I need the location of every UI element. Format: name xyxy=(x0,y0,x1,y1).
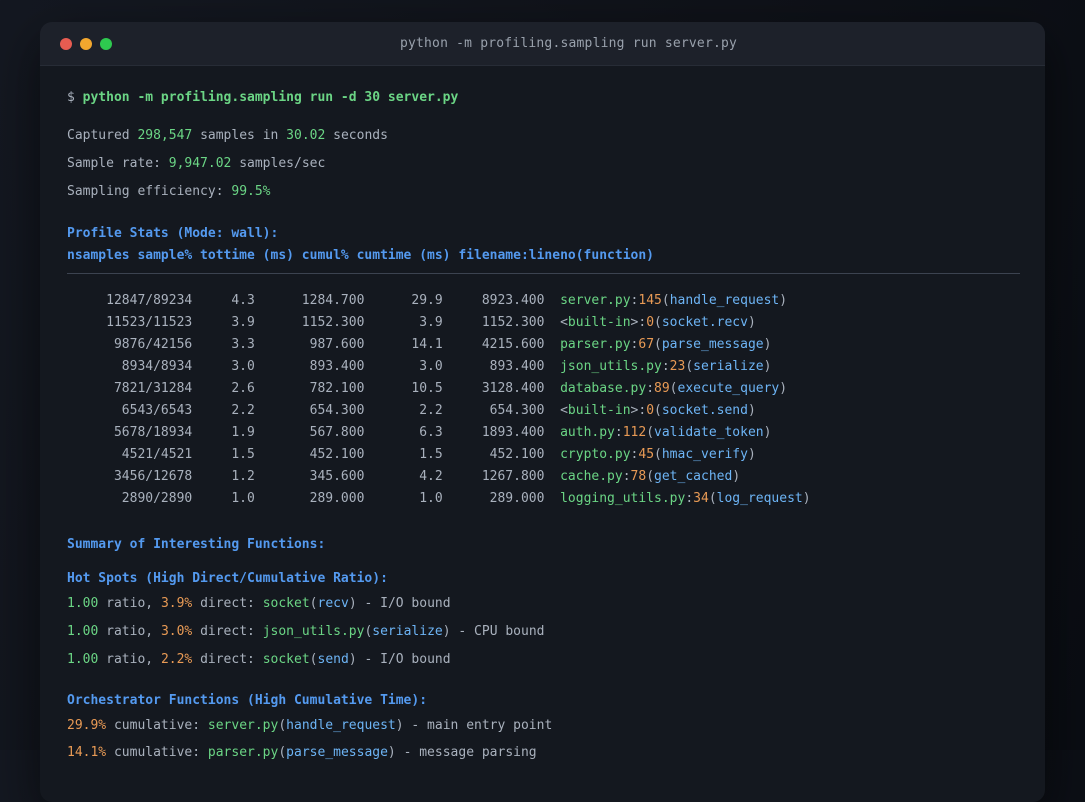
orchestrator-item: 14.1% cumulative: parser.py(parse_messag… xyxy=(67,745,537,760)
table-row: 8934/8934 3.0 893.400 3.0 893.400 json_u… xyxy=(67,359,772,374)
hot-spot-item: 1.00 ratio, 3.0% direct: json_utils.py(s… xyxy=(67,624,545,639)
profile-columns-header: nsamples sample% tottime (ms) cumul% cum… xyxy=(67,248,654,263)
title-bar: python -m profiling.sampling run server.… xyxy=(40,22,1045,66)
table-row: 9876/42156 3.3 987.600 14.1 4215.600 par… xyxy=(67,337,772,352)
sampling-efficiency-line: Sampling efficiency: 99.5% xyxy=(67,184,271,199)
table-row: 3456/12678 1.2 345.600 4.2 1267.800 cach… xyxy=(67,469,741,484)
table-row: 11523/11523 3.9 1152.300 3.9 1152.300 <b… xyxy=(67,315,756,330)
profile-stats-title: Profile Stats (Mode: wall): xyxy=(67,226,279,241)
minimize-button[interactable] xyxy=(80,37,92,50)
terminal-window: python -m profiling.sampling run server.… xyxy=(40,22,1045,802)
table-row: 6543/6543 2.2 654.300 2.2 654.300 <built… xyxy=(67,403,756,418)
summary-title: Summary of Interesting Functions: xyxy=(67,537,326,552)
window-title: python -m profiling.sampling run server.… xyxy=(399,36,738,51)
prompt-line: $ python -m profiling.sampling run -d 30… xyxy=(67,90,459,105)
table-divider xyxy=(67,273,1020,274)
table-row: 7821/31284 2.6 782.100 10.5 3128.400 dat… xyxy=(67,381,788,396)
terminal-content[interactable]: $ python -m profiling.sampling run -d 30… xyxy=(40,66,1045,763)
profile-table: 12847/89234 4.3 1284.700 29.9 8923.400 s… xyxy=(67,290,1020,510)
close-button[interactable] xyxy=(60,37,72,50)
sample-rate-line: Sample rate: 9,947.02 samples/sec xyxy=(67,156,326,171)
hot-spots-list: 1.00 ratio, 3.9% direct: socket(recv) - … xyxy=(67,594,1020,670)
table-row: 2890/2890 1.0 289.000 1.0 289.000 loggin… xyxy=(67,491,811,506)
table-row: 4521/4521 1.5 452.100 1.5 452.100 crypto… xyxy=(67,447,756,462)
table-row: 12847/89234 4.3 1284.700 29.9 8923.400 s… xyxy=(67,293,788,308)
hot-spots-title: Hot Spots (High Direct/Cumulative Ratio)… xyxy=(67,571,388,586)
traffic-lights xyxy=(60,37,112,50)
orchestrator-item: 29.9% cumulative: server.py(handle_reque… xyxy=(67,718,553,733)
hot-spot-item: 1.00 ratio, 2.2% direct: socket(send) - … xyxy=(67,652,451,667)
table-row: 5678/18934 1.9 567.800 6.3 1893.400 auth… xyxy=(67,425,772,440)
maximize-button[interactable] xyxy=(100,37,112,50)
hot-spot-item: 1.00 ratio, 3.9% direct: socket(recv) - … xyxy=(67,596,451,611)
captured-samples-line: Captured 298,547 samples in 30.02 second… xyxy=(67,128,388,143)
orchestrators-list: 29.9% cumulative: server.py(handle_reque… xyxy=(67,716,1020,763)
orchestrators-title: Orchestrator Functions (High Cumulative … xyxy=(67,693,428,708)
